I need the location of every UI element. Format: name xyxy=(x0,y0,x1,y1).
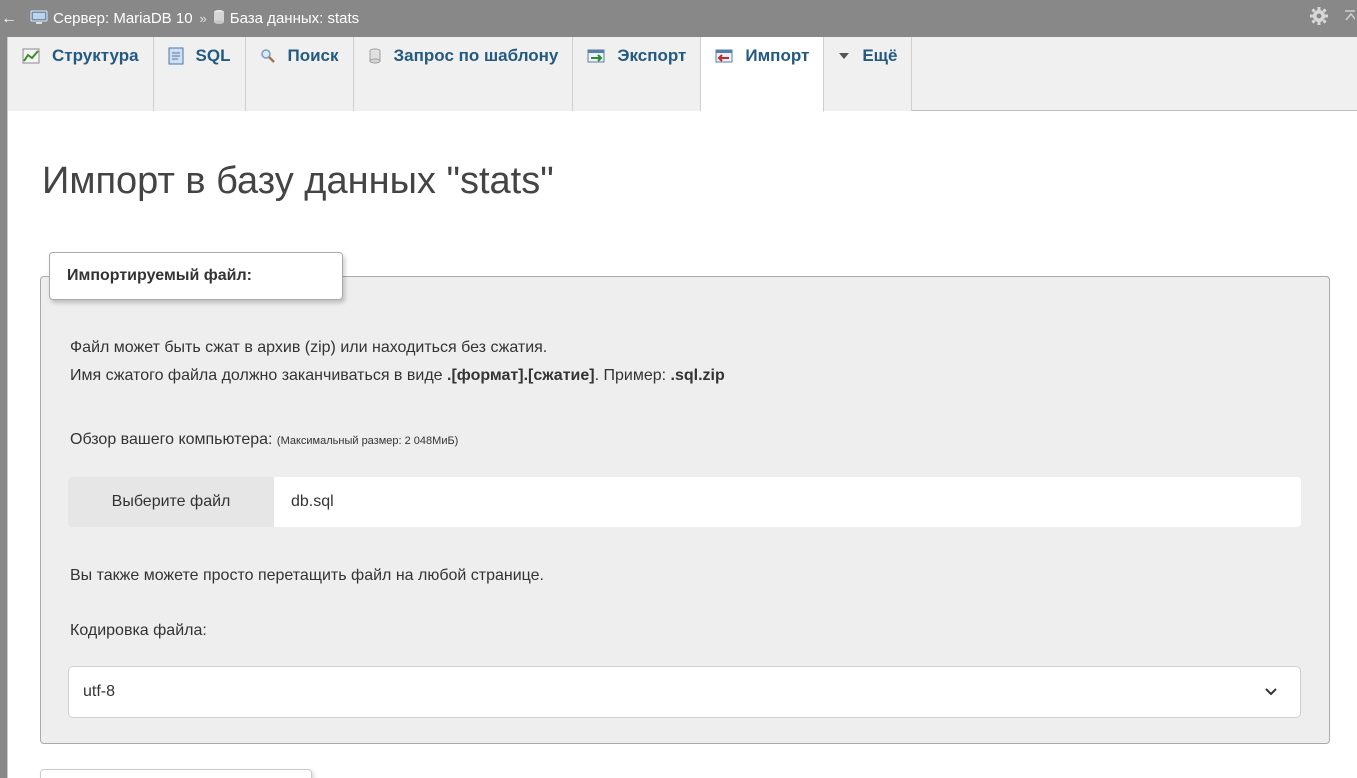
breadcrumb-server[interactable]: Сервер: MariaDB 10 xyxy=(30,9,193,29)
compression-format-pattern: .[формат].[сжатие] xyxy=(447,367,595,384)
structure-icon xyxy=(22,48,40,64)
tab-search-label: Поиск xyxy=(287,46,339,65)
tab-query-label: Запрос по шаблону xyxy=(393,46,559,65)
compression-format-example: .sql.zip xyxy=(670,367,725,384)
choose-file-button[interactable]: Выберите файл xyxy=(68,477,274,527)
tab-import[interactable]: Импорт xyxy=(701,37,825,112)
compression-format-prefix: Имя сжатого файла должно заканчиваться в… xyxy=(70,367,447,384)
file-input[interactable]: Выберите файл db.sql xyxy=(68,477,1301,527)
tab-structure[interactable]: Структура xyxy=(8,37,154,111)
import-icon xyxy=(715,48,733,64)
tab-export-label: Экспорт xyxy=(617,46,687,65)
compression-format-note: Имя сжатого файла должно заканчиваться в… xyxy=(70,367,725,385)
query-icon xyxy=(368,48,382,64)
tab-more-label: Ещё xyxy=(862,46,898,65)
tab-import-label: Импорт xyxy=(745,46,810,65)
back-arrow-icon[interactable]: ← xyxy=(0,0,18,37)
browse-label: Обзор вашего компьютера: xyxy=(70,431,277,448)
chosen-file-name: db.sql xyxy=(291,493,334,510)
export-icon xyxy=(587,48,605,64)
tab-sql-label: SQL xyxy=(195,46,231,65)
compression-format-middle: . Пример: xyxy=(594,367,671,384)
left-panel-border xyxy=(0,0,7,778)
server-icon xyxy=(30,9,48,29)
max-size-note: (Максимальный размер: 2 048МиБ) xyxy=(276,435,459,447)
tab-export[interactable]: Экспорт xyxy=(573,37,702,111)
tab-sql[interactable]: SQL xyxy=(153,37,246,111)
chevron-down-icon xyxy=(1264,684,1278,702)
import-file-legend: Импортируемый файл: xyxy=(49,252,343,300)
breadcrumb: ← Сервер: MariaDB 10 » База данных: stat… xyxy=(0,0,1357,37)
breadcrumb-server-label: Сервер: MariaDB 10 xyxy=(53,10,193,27)
compression-note: Файл может быть сжат в архив (zip) или н… xyxy=(70,339,548,356)
charset-select[interactable]: utf-8 xyxy=(68,666,1301,718)
dropdown-triangle-icon xyxy=(838,51,850,61)
drag-drop-hint: Вы также можете просто перетащить файл н… xyxy=(70,567,544,584)
topbar-actions xyxy=(1309,6,1355,32)
search-icon xyxy=(260,48,276,64)
tab-bar: Структура SQL Поиск Запрос по шаблону Эк… xyxy=(8,37,1357,112)
browse-label-line: Обзор вашего компьютера: (Максимальный р… xyxy=(70,431,458,449)
breadcrumb-separator: » xyxy=(199,11,207,26)
phpmyadmin-import-page: ← Сервер: MariaDB 10 » База данных: stat… xyxy=(0,0,1357,778)
tab-more[interactable]: Ещё xyxy=(824,37,913,111)
gear-icon[interactable] xyxy=(1309,6,1329,32)
breadcrumb-database[interactable]: База данных: stats xyxy=(213,9,359,29)
next-fieldset-legend xyxy=(40,769,312,778)
collapse-icon[interactable] xyxy=(1343,8,1355,29)
tab-search[interactable]: Поиск xyxy=(245,37,354,111)
breadcrumb-database-label: База данных: stats xyxy=(229,10,360,27)
tab-structure-label: Структура xyxy=(52,46,139,65)
charset-selected-value: utf-8 xyxy=(83,683,116,700)
sql-icon xyxy=(168,47,184,65)
charset-label: Кодировка файла: xyxy=(70,622,207,639)
page-title: Импорт в базу данных "stats" xyxy=(42,160,554,202)
database-icon xyxy=(213,9,225,29)
tab-query[interactable]: Запрос по шаблону xyxy=(353,37,574,111)
left-panel-border-inner xyxy=(7,0,8,778)
